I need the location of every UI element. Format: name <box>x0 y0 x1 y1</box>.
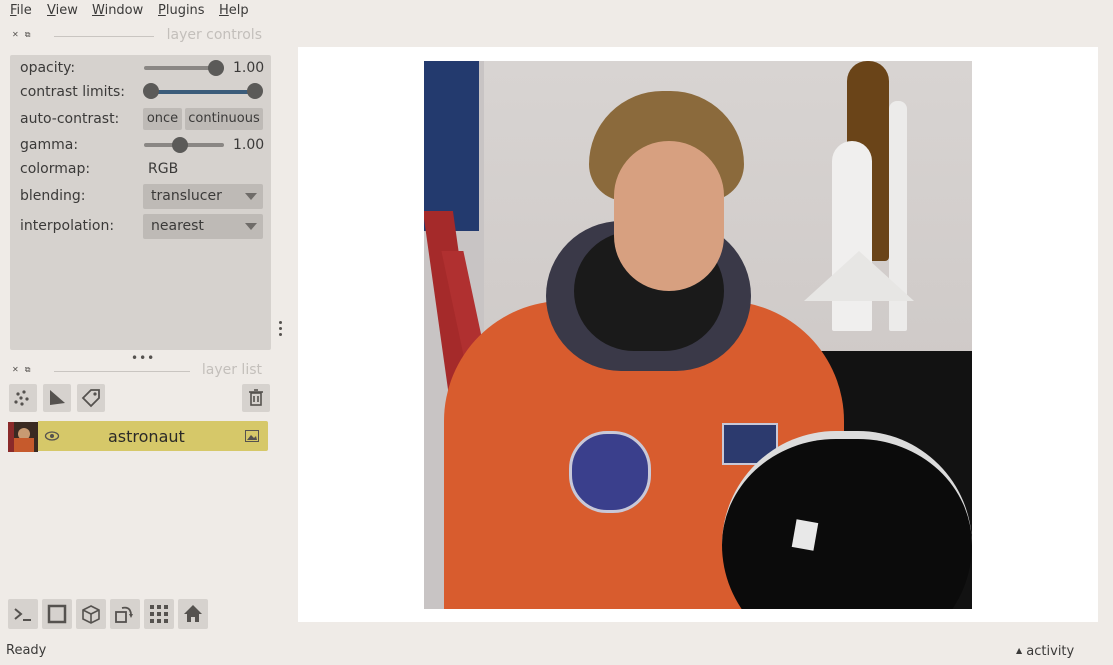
blending-label: blending: <box>20 188 86 204</box>
colormap-value: RGB <box>148 161 179 177</box>
eye-icon[interactable] <box>44 430 60 442</box>
toggle-ndisplay-button[interactable] <box>42 599 72 629</box>
auto-contrast-once-button[interactable]: once <box>143 108 182 130</box>
console-button[interactable] <box>8 599 38 629</box>
layer-thumbnail <box>8 422 38 452</box>
terminal-icon <box>14 608 31 621</box>
rotate-icon <box>115 606 133 623</box>
square-icon <box>47 604 67 624</box>
menu-view[interactable]: View <box>47 3 78 18</box>
menu-plugins-label: lugins <box>165 3 205 18</box>
home-icon <box>184 605 202 622</box>
blending-value: translucer <box>151 188 222 204</box>
chevron-down-icon <box>245 223 257 230</box>
opacity-slider-handle[interactable] <box>208 60 224 76</box>
menu-view-label: iew <box>55 3 78 18</box>
interpolation-value: nearest <box>151 218 204 234</box>
header-divider <box>54 371 190 372</box>
menu-help-mnemonic: H <box>219 3 229 18</box>
gamma-label: gamma: <box>20 137 79 153</box>
grid-icon <box>150 605 168 623</box>
interpolation-label: interpolation: <box>20 218 115 234</box>
menu-file-label: ile <box>16 3 32 18</box>
menu-plugins-mnemonic: P <box>158 3 166 18</box>
dock-buttons[interactable]: ✕⧉ <box>12 30 36 40</box>
auto-contrast-continuous-button[interactable]: continuous <box>185 108 263 130</box>
trash-icon <box>249 389 263 406</box>
status-text: Ready <box>6 643 47 658</box>
menu-help-label: elp <box>228 3 249 18</box>
menu-window[interactable]: Window <box>92 3 143 18</box>
layer-item-astronaut[interactable]: astronaut <box>8 421 268 453</box>
layer-controls-header: ✕⧉ layer controls <box>8 27 270 44</box>
shapes-icon <box>50 390 65 405</box>
viewer-canvas[interactable] <box>298 47 1098 622</box>
colormap-label: colormap: <box>20 161 91 177</box>
header-divider <box>54 36 154 37</box>
chevron-down-icon <box>245 193 257 200</box>
layer-list-header: ✕⧉ layer list <box>8 362 270 379</box>
caret-up-icon: ▲ <box>1016 646 1023 655</box>
blending-select[interactable]: translucer <box>143 184 263 209</box>
new-labels-layer-button[interactable] <box>77 384 105 412</box>
roll-dimensions-button[interactable] <box>76 599 106 629</box>
contrast-limits-label: contrast limits: <box>20 84 125 100</box>
layer-list-title: layer list <box>201 362 262 378</box>
new-shapes-layer-button[interactable] <box>43 384 71 412</box>
opacity-label: opacity: <box>20 60 76 76</box>
menu-view-mnemonic: V <box>47 3 56 18</box>
transpose-button[interactable] <box>110 599 140 629</box>
grid-view-button[interactable] <box>144 599 174 629</box>
activity-label: activity <box>1026 644 1075 659</box>
label-tag-icon <box>81 389 100 408</box>
interpolation-select[interactable]: nearest <box>143 214 263 239</box>
gamma-slider-handle[interactable] <box>172 137 188 153</box>
menubar: File View Window Plugins Help <box>0 0 1113 24</box>
menu-window-label: indow <box>104 3 144 18</box>
new-points-layer-button[interactable] <box>9 384 37 412</box>
menu-plugins[interactable]: Plugins <box>158 3 205 18</box>
menu-help[interactable]: Help <box>219 3 249 18</box>
opacity-value[interactable]: 1.00 <box>233 60 264 76</box>
activity-toggle[interactable]: ▲ activity <box>1016 644 1074 659</box>
auto-contrast-label: auto-contrast: <box>20 111 120 127</box>
image-layer-icon <box>245 430 259 442</box>
layer-name[interactable]: astronaut <box>108 427 185 446</box>
menu-file[interactable]: File <box>10 3 32 18</box>
gamma-value[interactable]: 1.00 <box>233 137 264 153</box>
contrast-max-handle[interactable] <box>247 83 263 99</box>
delete-layer-button[interactable] <box>242 384 270 412</box>
points-icon <box>14 390 29 406</box>
contrast-min-handle[interactable] <box>143 83 159 99</box>
splitter-handle-vertical[interactable] <box>279 321 283 339</box>
cube-icon <box>82 605 100 624</box>
reset-view-button[interactable] <box>178 599 208 629</box>
menu-window-mnemonic: W <box>92 3 105 18</box>
layer-controls-panel: opacity: 1.00 contrast limits: auto-cont… <box>10 55 271 350</box>
layer-controls-title: layer controls <box>166 27 262 43</box>
layer-item-bar[interactable]: astronaut <box>38 421 268 451</box>
dock-buttons[interactable]: ✕⧉ <box>12 365 36 375</box>
contrast-limits-slider[interactable] <box>151 90 255 94</box>
astronaut-image <box>424 61 972 609</box>
